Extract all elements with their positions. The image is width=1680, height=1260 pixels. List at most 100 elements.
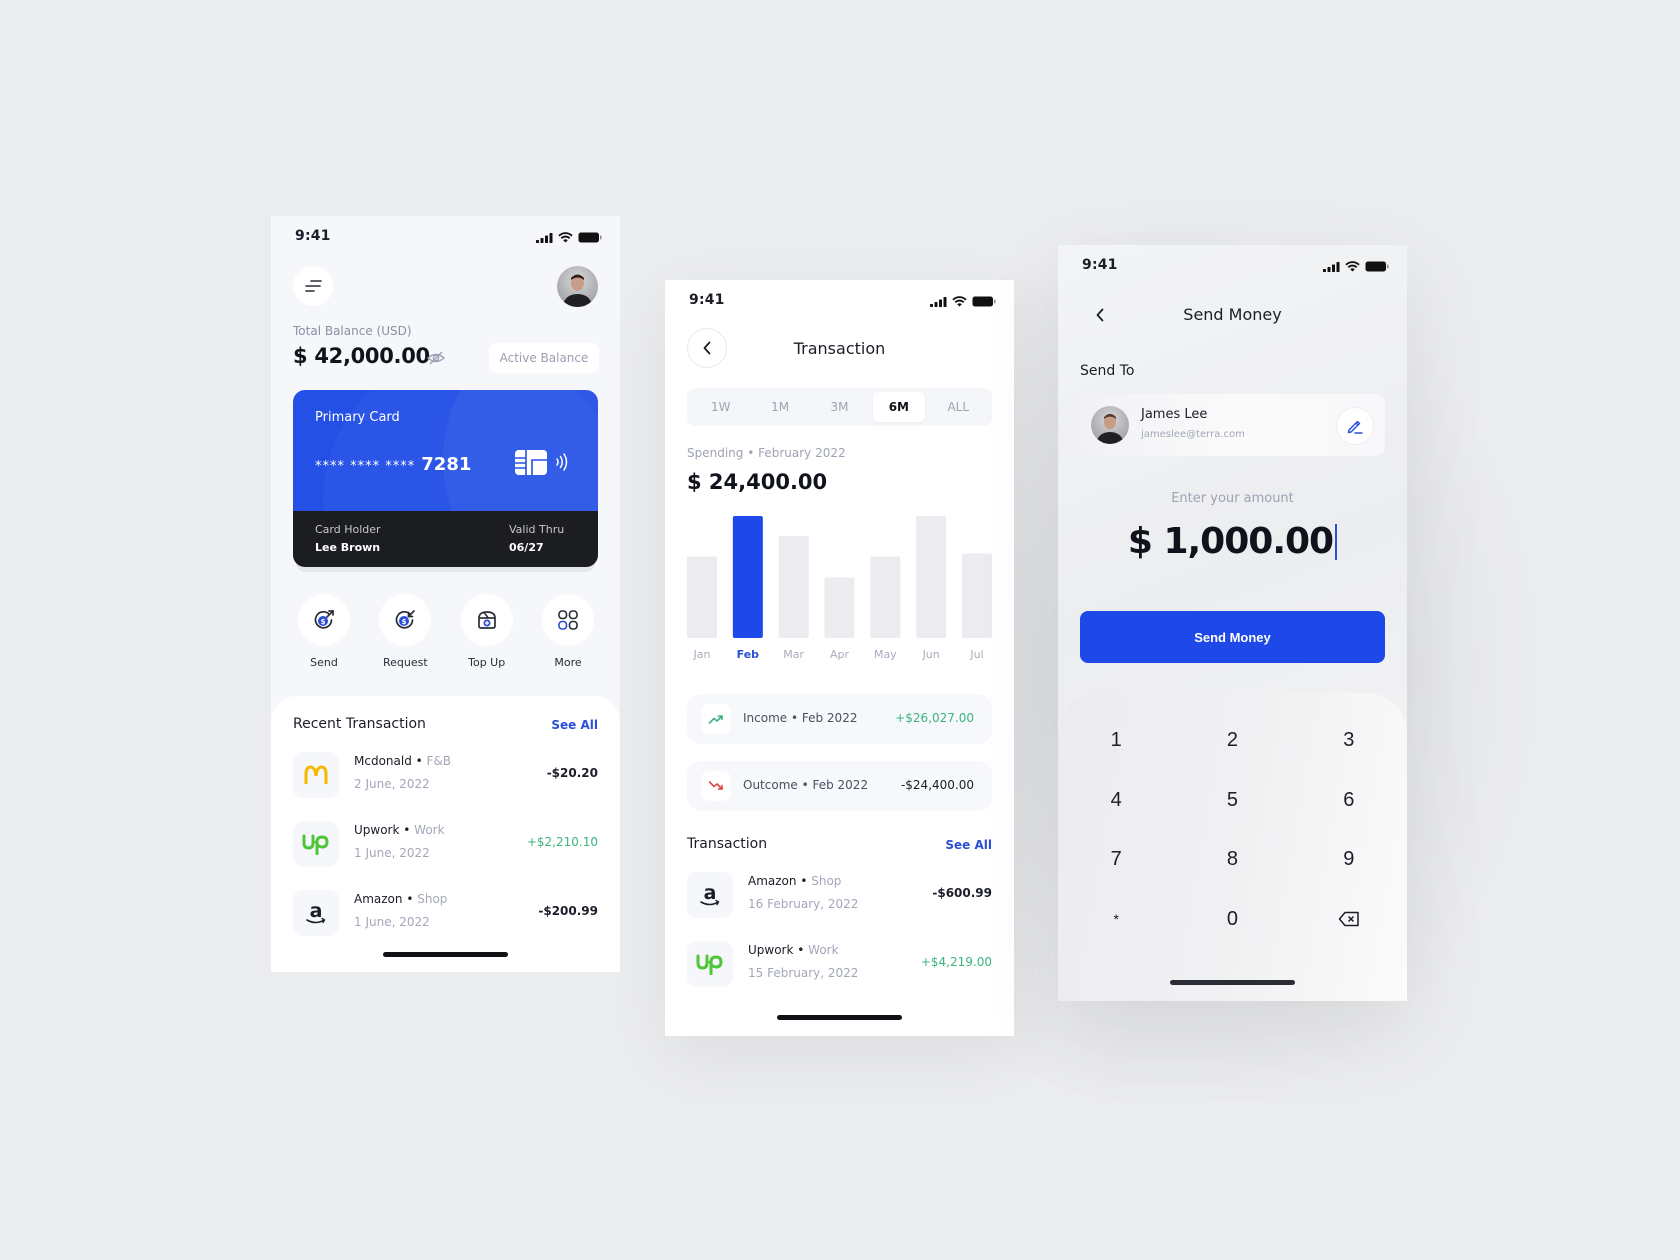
- x-tick-label-jul: Jul: [969, 648, 983, 661]
- home-indicator[interactable]: [383, 952, 508, 957]
- key-2[interactable]: 2: [1174, 711, 1290, 771]
- key-3[interactable]: 3: [1291, 711, 1407, 771]
- x-tick-label-jan: Jan: [693, 648, 711, 661]
- key-4[interactable]: 4: [1058, 771, 1174, 831]
- home-indicator[interactable]: [1170, 980, 1295, 985]
- edit-recipient-button[interactable]: [1336, 407, 1374, 445]
- send-action[interactable]: $ Send: [286, 594, 362, 669]
- card-number-last4: 7281: [421, 454, 472, 475]
- send-label: Send: [310, 656, 338, 669]
- home-screen: 9:41 Total Balance (USD) $ 42,000.00 Act…: [271, 216, 620, 972]
- tab-all[interactable]: ALL: [932, 392, 984, 422]
- upwork-logo: [293, 821, 339, 867]
- transaction-list-title: Transaction: [687, 836, 768, 852]
- send-button[interactable]: $: [298, 594, 350, 646]
- x-tick-label-apr: Apr: [830, 648, 850, 661]
- svg-text:$: $: [321, 618, 326, 626]
- transaction-row[interactable]: a Amazon • Shop 1 June, 2022 -$200.99: [293, 890, 598, 936]
- key-7[interactable]: 7: [1058, 830, 1174, 890]
- bar-mar[interactable]: [778, 536, 809, 638]
- card-front: Primary Card **** **** **** 7281: [293, 390, 598, 511]
- key-8[interactable]: 8: [1174, 830, 1290, 890]
- tab-1m[interactable]: 1M: [754, 392, 806, 422]
- signal-icon: [536, 232, 553, 243]
- tab-3m[interactable]: 3M: [813, 392, 865, 422]
- income-label: Income • Feb 2022: [743, 711, 858, 725]
- battery-icon: [1365, 261, 1389, 272]
- home-indicator[interactable]: [777, 1015, 902, 1020]
- hide-balance-button[interactable]: [426, 350, 446, 370]
- pencil-icon: [1347, 420, 1363, 434]
- balance-value: $ 42,000.00: [293, 344, 430, 368]
- upwork-logo: [687, 941, 733, 987]
- key-5[interactable]: 5: [1174, 771, 1290, 831]
- bar-feb[interactable]: [732, 516, 763, 638]
- transaction-date: 2 June, 2022: [354, 777, 430, 791]
- transaction-amount: -$20.20: [546, 766, 598, 780]
- key-backspace[interactable]: [1291, 890, 1407, 950]
- transaction-row[interactable]: Upwork • Work 15 February, 2022 +$4,219.…: [687, 941, 992, 987]
- request-action[interactable]: $ Request: [367, 594, 443, 669]
- bar-may[interactable]: [870, 556, 901, 639]
- wifi-icon: [1345, 261, 1360, 272]
- text-cursor: [1335, 523, 1338, 560]
- amazon-logo: a: [293, 890, 339, 936]
- bar-jul[interactable]: [962, 553, 992, 639]
- card-title: Primary Card: [315, 410, 400, 425]
- x-tick-label-jun: Jun: [922, 648, 940, 661]
- card-number: **** **** **** 7281: [315, 454, 471, 475]
- backspace-icon: [1338, 912, 1359, 927]
- bar-apr[interactable]: [824, 577, 855, 639]
- outcome-summary[interactable]: Outcome • Feb 2022 -$24,400.00: [687, 761, 992, 811]
- recipient-card[interactable]: James Lee jameslee@terra.com: [1080, 394, 1385, 456]
- tab-1w[interactable]: 1W: [695, 392, 747, 422]
- key-star[interactable]: *: [1058, 890, 1174, 950]
- grid-icon: [558, 610, 578, 630]
- income-summary[interactable]: Income • Feb 2022 +$26,027.00: [687, 694, 992, 744]
- active-balance-button[interactable]: Active Balance: [489, 343, 599, 373]
- top-up-action[interactable]: Top Up: [449, 594, 525, 669]
- amazon-logo: a: [687, 872, 733, 918]
- signal-icon: [1323, 261, 1340, 272]
- key-0[interactable]: 0: [1174, 890, 1290, 950]
- spending-bar-chart: Jan Feb Mar Apr May Jun Jul: [687, 516, 992, 661]
- recipient-name: James Lee: [1141, 407, 1208, 422]
- send-money-icon: $: [314, 610, 334, 629]
- wifi-icon: [952, 296, 967, 307]
- tab-6m[interactable]: 6M: [872, 392, 925, 422]
- x-tick-label-may: May: [874, 648, 897, 661]
- status-time: 9:41: [295, 228, 331, 244]
- amount-input[interactable]: $ 1,000.00: [1058, 521, 1407, 562]
- user-avatar[interactable]: [557, 266, 598, 307]
- transaction-row[interactable]: a Amazon • Shop 16 February, 2022 -$600.…: [687, 872, 992, 918]
- bar-jun[interactable]: [916, 516, 947, 638]
- see-all-link[interactable]: See All: [551, 718, 598, 732]
- more-button[interactable]: [541, 594, 594, 646]
- outcome-label: Outcome • Feb 2022: [743, 778, 869, 792]
- menu-button[interactable]: [293, 266, 333, 306]
- see-all-link[interactable]: See All: [945, 838, 992, 852]
- key-1[interactable]: 1: [1058, 711, 1174, 771]
- svg-text:$: $: [402, 618, 407, 626]
- request-button[interactable]: $: [379, 594, 432, 646]
- more-action[interactable]: More: [530, 594, 606, 669]
- transaction-date: 15 February, 2022: [748, 966, 859, 980]
- card-number-masked: **** **** ****: [315, 459, 416, 474]
- transaction-row[interactable]: Mcdonald • F&B 2 June, 2022 -$20.20: [293, 752, 598, 798]
- transaction-amount: -$200.99: [538, 904, 598, 918]
- send-to-label: Send To: [1080, 363, 1135, 379]
- transaction-merchant: Upwork • Work: [354, 823, 445, 837]
- x-tick-label-feb: Feb: [737, 648, 760, 661]
- key-6[interactable]: 6: [1291, 771, 1407, 831]
- transaction-amount: +$2,210.10: [526, 835, 598, 849]
- mcdonalds-logo: [293, 752, 339, 798]
- transaction-merchant: Upwork • Work: [748, 943, 839, 957]
- transaction-row[interactable]: Upwork • Work 1 June, 2022 +$2,210.10: [293, 821, 598, 867]
- recent-transactions: Recent Transaction See All Mcdonald • F&…: [271, 696, 620, 972]
- send-money-button[interactable]: Send Money: [1080, 611, 1385, 663]
- bar-jan[interactable]: [687, 556, 717, 639]
- primary-card[interactable]: Primary Card **** **** **** 7281 Card Ho…: [293, 390, 598, 567]
- top-up-button[interactable]: [460, 594, 513, 646]
- key-9[interactable]: 9: [1291, 830, 1407, 890]
- contactless-icon: [555, 452, 569, 476]
